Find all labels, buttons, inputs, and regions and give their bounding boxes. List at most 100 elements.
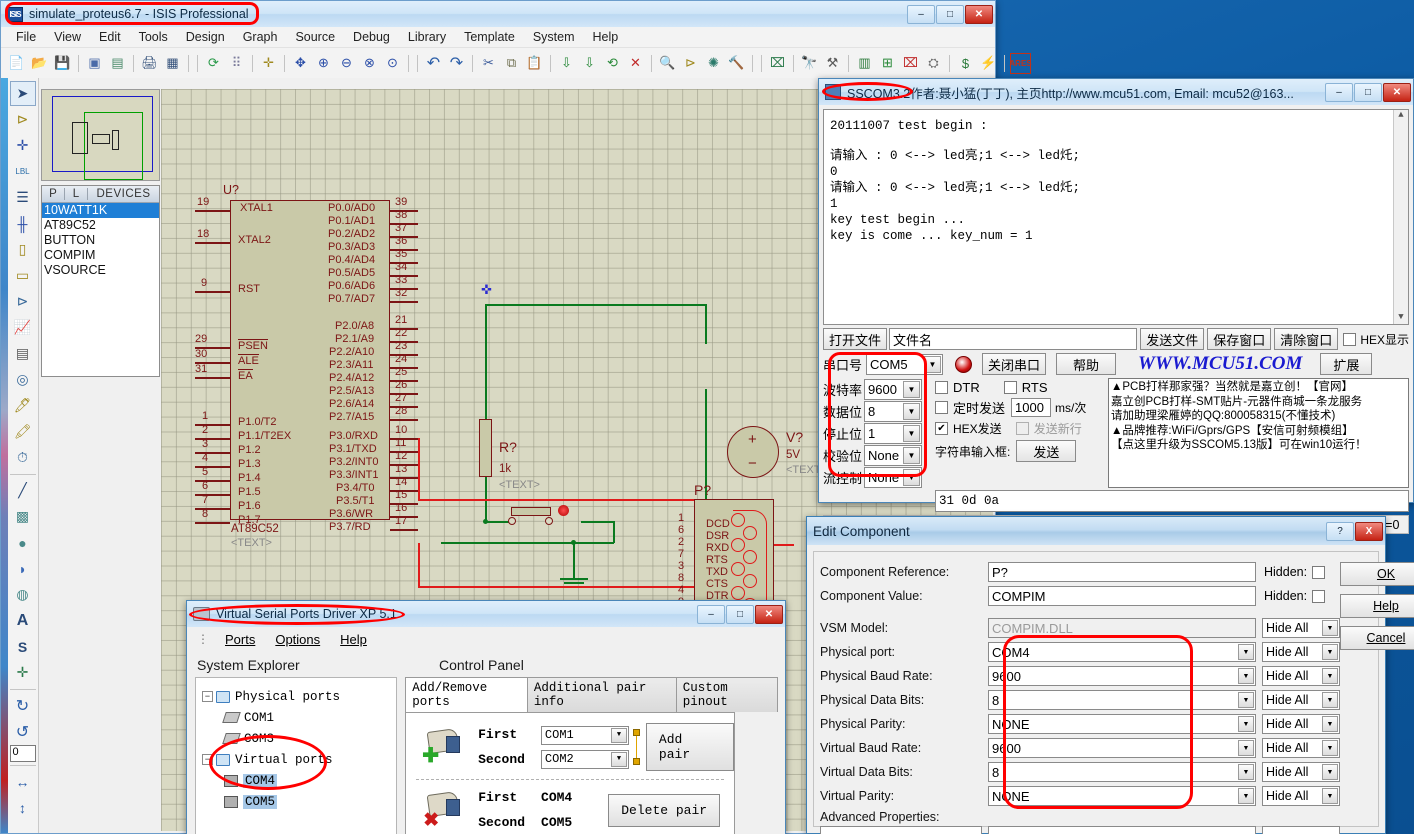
- chevron-down-icon[interactable]: ▼: [903, 425, 921, 442]
- origin-icon[interactable]: ✛: [258, 53, 279, 74]
- virtual-baud-rate-select[interactable]: 9600 ▼: [988, 738, 1256, 758]
- vspd-menu-options[interactable]: Options: [265, 632, 330, 647]
- device-list-item-compim[interactable]: COMPIM: [42, 248, 159, 263]
- flow-control-select[interactable]: None ▼: [864, 467, 923, 488]
- chevron-down-icon[interactable]: ▼: [1238, 668, 1254, 684]
- maximize-button[interactable]: □: [936, 4, 964, 24]
- virtual-data-bits-hide-select[interactable]: Hide All ▼: [1262, 762, 1340, 782]
- export-section-icon[interactable]: ▤: [107, 53, 128, 74]
- maximize-button[interactable]: □: [1354, 82, 1382, 102]
- dtr-checkbox[interactable]: [935, 381, 948, 394]
- tab-add-remove-ports[interactable]: Add/Remove ports: [405, 677, 528, 712]
- menu-file[interactable]: File: [7, 28, 45, 46]
- save-window-button[interactable]: 保存窗口: [1207, 328, 1272, 350]
- block-move-icon[interactable]: ⇩: [579, 53, 600, 74]
- advanced-property-hide-select[interactable]: [1262, 826, 1340, 834]
- chevron-down-icon[interactable]: ▼: [903, 469, 921, 486]
- vsm-model-hide-select[interactable]: Hide All ▼: [1262, 618, 1340, 638]
- selection-mode-icon[interactable]: ➤: [9, 81, 36, 106]
- tree-node-com5[interactable]: COM5: [202, 791, 396, 812]
- tab-custom-pinout[interactable]: Custom pinout: [675, 677, 778, 712]
- sscom-terminal-output[interactable]: 20111007 test begin : 请输入 : 0 <--> led亮;…: [823, 109, 1409, 325]
- ports-tree[interactable]: − Physical ports COM1 COM3 − Virtual por…: [195, 677, 398, 834]
- help-button[interactable]: 帮助: [1056, 353, 1117, 375]
- component-mode-icon[interactable]: ⊳: [10, 107, 36, 132]
- parity-select[interactable]: None ▼: [864, 445, 923, 466]
- bill-of-materials-icon[interactable]: ▥: [854, 53, 875, 74]
- text-script-icon[interactable]: ☰: [10, 185, 36, 210]
- chevron-down-icon[interactable]: ▼: [1322, 668, 1338, 684]
- minimize-button[interactable]: –: [907, 4, 935, 24]
- print-icon[interactable]: 🖨: [139, 53, 160, 74]
- menu-design[interactable]: Design: [177, 28, 234, 46]
- cancel-button[interactable]: Cancel: [1340, 626, 1414, 650]
- symbol-icon[interactable]: S: [10, 634, 36, 659]
- chevron-down-icon[interactable]: ▼: [610, 751, 627, 767]
- virtual-data-bits-select[interactable]: 8 ▼: [988, 762, 1256, 782]
- tree-node-com4[interactable]: COM4: [202, 770, 396, 791]
- partlist-icon[interactable]: ⚡: [978, 53, 999, 74]
- collapse-icon[interactable]: −: [202, 691, 213, 702]
- vspd-menu-ports[interactable]: Ports: [215, 632, 265, 647]
- chevron-down-icon[interactable]: ▼: [903, 381, 921, 398]
- terminal-scrollbar[interactable]: ▲ ▼: [1393, 110, 1408, 324]
- menu-source[interactable]: Source: [286, 28, 344, 46]
- print-area-icon[interactable]: ▦: [162, 53, 183, 74]
- menu-debug[interactable]: Debug: [344, 28, 399, 46]
- edit-component-titlebar[interactable]: Edit Component ? X: [807, 517, 1385, 545]
- box-icon[interactable]: ▩: [10, 504, 36, 529]
- chevron-down-icon[interactable]: ▼: [1238, 716, 1254, 732]
- model-fetch-icon[interactable]: $: [955, 53, 976, 74]
- ares-icon[interactable]: ARES: [1009, 52, 1032, 74]
- sscom-titlebar[interactable]: SSCOM3.2作者:聂小猛(丁丁), 主页http://www.mcu51.c…: [819, 79, 1413, 105]
- redo-icon[interactable]: ↷: [446, 53, 467, 74]
- chevron-down-icon[interactable]: ▼: [610, 727, 627, 743]
- rotate-cw-icon[interactable]: ↻: [10, 693, 36, 718]
- zoom-all-icon[interactable]: ⊙: [382, 53, 403, 74]
- chevron-down-icon[interactable]: ▼: [1322, 716, 1338, 732]
- expand-button[interactable]: 扩展: [1320, 353, 1373, 375]
- scroll-up-icon[interactable]: ▲: [1398, 110, 1403, 122]
- path-icon[interactable]: ◍: [10, 582, 36, 607]
- search-tag-icon[interactable]: 🔭: [799, 53, 820, 74]
- zoom-out-icon[interactable]: ⊖: [336, 53, 357, 74]
- new-file-icon[interactable]: 📄: [6, 53, 27, 74]
- menu-graph[interactable]: Graph: [234, 28, 287, 46]
- rotation-value-input[interactable]: 0: [9, 745, 36, 762]
- help-icon[interactable]: ?: [1326, 521, 1354, 541]
- terminals-icon[interactable]: ▭: [10, 263, 36, 288]
- chevron-down-icon[interactable]: ▼: [1238, 788, 1254, 804]
- menu-edit[interactable]: Edit: [90, 28, 130, 46]
- tab-additional-pair-info[interactable]: Additional pair info: [526, 677, 677, 712]
- current-probe-icon[interactable]: 🖍: [10, 419, 36, 444]
- physical-data-bits-select[interactable]: 8 ▼: [988, 690, 1256, 710]
- devices-col-l[interactable]: L: [65, 188, 88, 200]
- tree-node-virtual-ports[interactable]: − Virtual ports: [202, 749, 396, 770]
- add-pair-button[interactable]: Add pair: [645, 723, 735, 771]
- menu-template[interactable]: Template: [455, 28, 524, 46]
- graph-mode-icon[interactable]: 📈: [10, 315, 36, 340]
- netlist-compiler-icon[interactable]: ⛭: [923, 53, 944, 74]
- maximize-button[interactable]: □: [726, 604, 754, 624]
- close-button[interactable]: ✕: [965, 4, 993, 24]
- open-folder-icon[interactable]: 📂: [29, 53, 50, 74]
- physical-baud-rate-select[interactable]: 9600 ▼: [988, 666, 1256, 686]
- filename-input[interactable]: 文件名: [889, 328, 1138, 350]
- physical-data-bits-hide-select[interactable]: Hide All ▼: [1262, 690, 1340, 710]
- subcircuit-icon[interactable]: ▯: [10, 237, 36, 262]
- advanced-property-value-input[interactable]: [988, 826, 1256, 834]
- tree-node-com3[interactable]: COM3: [202, 728, 396, 749]
- arc-icon[interactable]: ◗: [10, 556, 36, 581]
- physical-parity-hide-select[interactable]: Hide All ▼: [1262, 714, 1340, 734]
- chevron-down-icon[interactable]: ▼: [1322, 620, 1338, 636]
- collapse-icon[interactable]: −: [202, 754, 213, 765]
- voltage-probe-icon[interactable]: 🖊: [10, 393, 36, 418]
- ok-button[interactable]: OK: [1340, 562, 1414, 586]
- rotate-ccw-icon[interactable]: ↺: [10, 719, 36, 744]
- physical-port-hide-select[interactable]: Hide All ▼: [1262, 642, 1340, 662]
- mirror-y-icon[interactable]: ↕: [10, 795, 36, 820]
- close-icon[interactable]: X: [1355, 521, 1383, 541]
- delete-pair-button[interactable]: Delete pair: [608, 793, 721, 827]
- virtual-baud-hide-select[interactable]: Hide All ▼: [1262, 738, 1340, 758]
- timed-send-checkbox[interactable]: [935, 401, 948, 414]
